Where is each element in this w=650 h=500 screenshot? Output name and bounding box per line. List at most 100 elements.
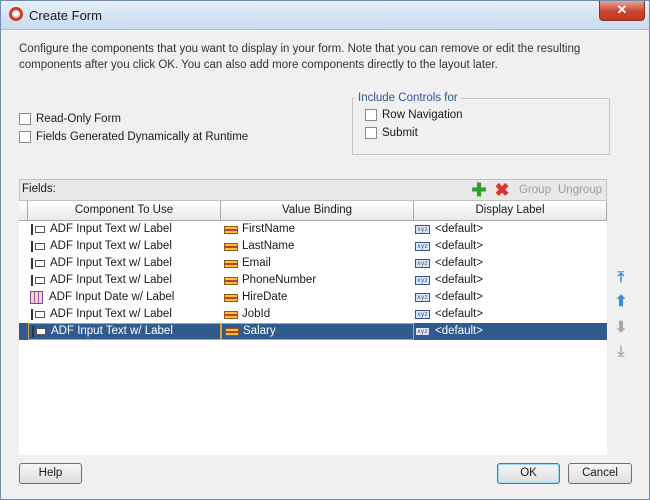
- binding-cell[interactable]: Salary: [221, 323, 414, 340]
- cancel-button[interactable]: Cancel: [568, 463, 632, 484]
- fields-table: Component To Use Value Binding Display L…: [19, 200, 607, 455]
- label-text: <default>: [435, 240, 483, 252]
- fields-dynamic-checkbox[interactable]: [19, 131, 31, 143]
- move-to-top-icon[interactable]: ⤒: [612, 269, 630, 287]
- binding-text: Salary: [243, 325, 276, 337]
- fields-dynamic-label: Fields Generated Dynamically at Runtime: [36, 131, 249, 143]
- fields-dynamic-option[interactable]: Fields Generated Dynamically at Runtime: [19, 131, 248, 143]
- attribute-binding-icon: [224, 259, 238, 268]
- submit-checkbox[interactable]: [365, 127, 377, 139]
- submit-option[interactable]: Submit: [365, 127, 418, 139]
- label-text: <default>: [435, 325, 483, 337]
- row-header-corner: [19, 201, 28, 220]
- binding-text: HireDate: [242, 291, 288, 303]
- binding-cell[interactable]: Email: [221, 255, 417, 272]
- label-cell[interactable]: xyz <default>: [414, 255, 608, 272]
- label-cell[interactable]: xyz <default>: [414, 238, 608, 255]
- row-navigation-label: Row Navigation: [382, 109, 463, 121]
- binding-text: FirstName: [242, 223, 296, 235]
- label-cell[interactable]: xyz <default>: [414, 306, 608, 323]
- attribute-binding-icon: [224, 242, 238, 251]
- group-button[interactable]: Group: [519, 184, 551, 196]
- table-row[interactable]: ADF Input Text w/ Label LastName xyz <defau…: [19, 238, 607, 255]
- move-to-bottom-icon[interactable]: ⤓: [612, 343, 630, 361]
- binding-cell[interactable]: JobId: [221, 306, 417, 323]
- create-form-dialog: Create Form ✕ Configure the components t…: [0, 0, 650, 500]
- binding-text: Email: [242, 257, 271, 269]
- table-row[interactable]: ADF Input Text w/ Label Salary xyz <default…: [19, 323, 607, 340]
- component-cell[interactable]: ADF Input Text w/ Label: [28, 272, 223, 289]
- close-button[interactable]: ✕: [599, 1, 645, 21]
- input-text-icon: [30, 308, 46, 321]
- label-cell[interactable]: xyz <default>: [414, 221, 608, 238]
- component-cell[interactable]: ADF Input Text w/ Label: [28, 306, 223, 323]
- move-up-icon[interactable]: ⬆: [612, 293, 630, 311]
- label-cell[interactable]: xyz <default>: [414, 323, 608, 340]
- component-cell[interactable]: ADF Input Text w/ Label: [28, 238, 223, 255]
- component-cell[interactable]: ADF Input Text w/ Label: [28, 323, 221, 340]
- binding-cell[interactable]: PhoneNumber: [221, 272, 417, 289]
- component-cell[interactable]: ADF Input Text w/ Label: [28, 221, 223, 238]
- binding-cell[interactable]: HireDate: [221, 289, 417, 306]
- input-date-icon: [30, 291, 43, 304]
- add-field-icon[interactable]: ✚: [470, 181, 488, 199]
- include-controls-legend: Include Controls for: [355, 92, 461, 104]
- display-label-icon: xyz: [415, 327, 430, 336]
- display-label-icon: xyz: [415, 242, 430, 251]
- attribute-binding-icon: [224, 225, 238, 234]
- table-row[interactable]: ADF Input Text w/ Label JobId xyz <default>: [19, 306, 607, 323]
- label-text: <default>: [435, 257, 483, 269]
- attribute-binding-icon: [224, 310, 238, 319]
- input-text-icon: [30, 223, 46, 236]
- delete-field-icon[interactable]: ✖: [493, 181, 511, 199]
- column-header-label[interactable]: Display Label: [414, 201, 607, 220]
- column-header-component[interactable]: Component To Use: [28, 201, 221, 220]
- display-label-icon: xyz: [415, 225, 430, 234]
- attribute-binding-icon: [225, 327, 239, 336]
- component-text: ADF Input Text w/ Label: [50, 223, 172, 235]
- label-text: <default>: [435, 274, 483, 286]
- table-row[interactable]: ADF Input Text w/ Label PhoneNumber xyz <de…: [19, 272, 607, 289]
- label-text: <default>: [435, 223, 483, 235]
- input-text-icon: [30, 274, 46, 287]
- attribute-binding-icon: [224, 293, 238, 302]
- window-title: Create Form: [29, 8, 102, 23]
- read-only-form-label: Read-Only Form: [36, 113, 121, 125]
- table-header: Component To Use Value Binding Display L…: [19, 201, 607, 221]
- display-label-icon: xyz: [415, 293, 430, 302]
- title-bar: Create Form ✕: [1, 1, 649, 30]
- table-row[interactable]: ADF Input Date w/ Label HireDate xyz <defau…: [19, 289, 607, 306]
- row-navigation-option[interactable]: Row Navigation: [365, 109, 463, 121]
- row-navigation-checkbox[interactable]: [365, 109, 377, 121]
- label-text: <default>: [435, 291, 483, 303]
- ok-button[interactable]: OK: [497, 463, 560, 484]
- table-row[interactable]: ADF Input Text w/ Label FirstName xyz <defa…: [19, 221, 607, 238]
- read-only-form-checkbox[interactable]: [19, 113, 31, 125]
- binding-cell[interactable]: LastName: [221, 238, 417, 255]
- binding-text: LastName: [242, 240, 295, 252]
- read-only-form-option[interactable]: Read-Only Form: [19, 113, 121, 125]
- ungroup-button[interactable]: Ungroup: [558, 184, 602, 196]
- component-cell[interactable]: ADF Input Date w/ Label: [28, 289, 223, 306]
- column-header-binding[interactable]: Value Binding: [221, 201, 414, 220]
- binding-cell[interactable]: FirstName: [221, 221, 417, 238]
- move-down-icon[interactable]: ⬇: [612, 319, 630, 337]
- display-label-icon: xyz: [415, 276, 430, 285]
- component-text: ADF Input Text w/ Label: [50, 240, 172, 252]
- display-label-icon: xyz: [415, 310, 430, 319]
- label-text: <default>: [435, 308, 483, 320]
- display-label-icon: xyz: [415, 259, 430, 268]
- label-cell[interactable]: xyz <default>: [414, 289, 608, 306]
- intro-text: Configure the components that you want t…: [19, 43, 581, 71]
- table-row[interactable]: ADF Input Text w/ Label Email xyz <default>: [19, 255, 607, 272]
- submit-label: Submit: [382, 127, 418, 139]
- component-text: ADF Input Text w/ Label: [50, 257, 172, 269]
- input-text-icon: [31, 325, 47, 338]
- component-text: ADF Input Text w/ Label: [50, 274, 172, 286]
- label-cell[interactable]: xyz <default>: [414, 272, 608, 289]
- component-cell[interactable]: ADF Input Text w/ Label: [28, 255, 223, 272]
- component-text: ADF Input Date w/ Label: [49, 291, 175, 303]
- help-button[interactable]: Help: [19, 463, 82, 484]
- component-text: ADF Input Text w/ Label: [50, 308, 172, 320]
- oracle-app-icon: [9, 7, 23, 21]
